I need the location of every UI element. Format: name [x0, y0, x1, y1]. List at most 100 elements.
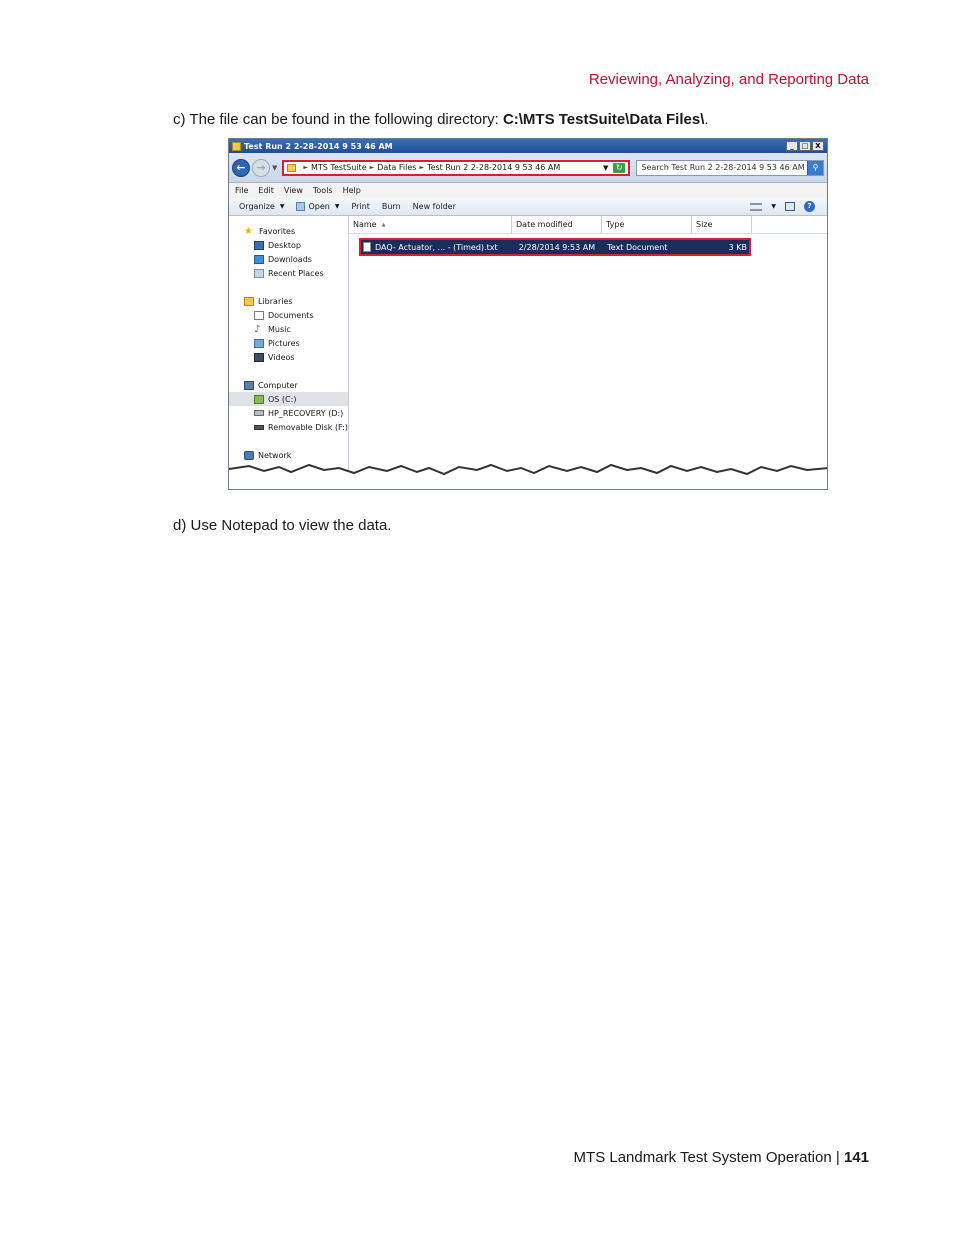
command-bar: Organize ▼ Open ▼ Print Burn New folder ▼ … — [229, 198, 827, 216]
breadcrumb-mts-testsuite[interactable]: MTS TestSuite — [311, 163, 367, 172]
removable-disk-icon — [254, 424, 264, 430]
step-c: c) The file can be found in the followin… — [173, 111, 709, 128]
nav-label: Downloads — [268, 254, 312, 264]
nav-item-documents[interactable]: Documents — [229, 308, 348, 322]
nav-label: Computer — [258, 380, 298, 390]
column-headers: Name ▲ Date modified Type Size — [349, 216, 827, 234]
address-dropdown-icon[interactable]: ▼ — [603, 164, 608, 172]
folder-icon — [287, 163, 297, 172]
search-placeholder: Search Test Run 2 2-28-2014 9 53 46 AM — [641, 163, 805, 172]
nav-item-downloads[interactable]: Downloads — [229, 252, 348, 266]
step-d: d) Use Notepad to view the data. — [173, 517, 391, 534]
documents-icon — [254, 310, 264, 320]
navigation-bar: ← → ▼ ► MTS TestSuite ► Data Files ► Tes… — [229, 153, 827, 183]
menu-edit[interactable]: Edit — [258, 186, 274, 195]
step-d-marker: d) — [173, 517, 187, 534]
page-footer: MTS Landmark Test System Operation | 141 — [574, 1149, 869, 1166]
breadcrumb-data-files[interactable]: Data Files — [377, 163, 416, 172]
sort-ascending-icon: ▲ — [381, 221, 386, 228]
nav-item-computer[interactable]: Computer — [229, 378, 348, 392]
menu-help[interactable]: Help — [343, 186, 361, 195]
navigation-pane: ★ Favorites Desktop Downloads Recent Plac… — [229, 216, 349, 476]
nav-item-videos[interactable]: Videos — [229, 350, 348, 364]
help-icon[interactable]: ? — [804, 201, 815, 212]
change-view-icon[interactable] — [750, 202, 763, 211]
menu-file[interactable]: File — [235, 186, 248, 195]
burn-button[interactable]: Burn — [382, 202, 401, 211]
nav-label: Recent Places — [268, 268, 324, 278]
forward-button[interactable]: → — [252, 158, 270, 177]
view-controls: ▼ ? — [750, 201, 827, 212]
nav-label: Documents — [268, 310, 314, 320]
page-number: 141 — [843, 1149, 869, 1166]
pictures-icon — [254, 338, 264, 348]
column-header-name[interactable]: Name ▲ — [349, 216, 512, 233]
nav-label: Desktop — [268, 240, 301, 250]
nav-item-removable-disk[interactable]: Removable Disk (F:) — [229, 420, 348, 434]
downloads-icon — [254, 254, 264, 264]
nav-item-recent-places[interactable]: Recent Places — [229, 266, 348, 280]
nav-label: Favorites — [259, 226, 296, 236]
footer-title: MTS Landmark Test System Operation — [573, 1149, 832, 1166]
star-icon: ★ — [244, 225, 253, 237]
nav-group-computer: Computer OS (C:) HP_RECOVERY (D:) Remova… — [229, 378, 348, 434]
videos-icon — [254, 352, 264, 362]
recent-pages-chevron-icon[interactable]: ▼ — [272, 164, 277, 172]
refresh-icon[interactable]: ↻ — [613, 162, 626, 173]
close-button[interactable]: X — [812, 141, 824, 151]
organize-label: Organize — [239, 202, 275, 211]
desktop-icon — [254, 240, 264, 250]
hard-drive-icon — [254, 394, 264, 404]
maximize-button[interactable]: □ — [799, 141, 811, 151]
column-header-size[interactable]: Size — [692, 216, 752, 233]
minimize-button[interactable]: _ — [786, 141, 798, 151]
chevron-right-icon[interactable]: ► — [370, 164, 375, 171]
computer-icon — [244, 380, 254, 390]
open-label: Open — [308, 202, 330, 211]
nav-item-favorites[interactable]: ★ Favorites — [229, 224, 348, 238]
nav-item-music[interactable]: ♪ Music — [229, 322, 348, 336]
chevron-down-icon[interactable]: ▼ — [771, 203, 776, 210]
search-input[interactable]: Search Test Run 2 2-28-2014 9 53 46 AM ⚲ — [636, 159, 824, 176]
nav-item-os-drive[interactable]: OS (C:) — [229, 392, 348, 406]
open-icon — [296, 202, 306, 211]
menu-tools[interactable]: Tools — [313, 186, 333, 195]
file-list: Name ▲ Date modified Type Size DAQ- Actua… — [349, 216, 827, 476]
organize-button[interactable]: Organize ▼ — [239, 202, 284, 211]
nav-item-libraries[interactable]: Libraries — [229, 294, 348, 308]
window-controls: _ □ X — [786, 141, 824, 151]
folder-icon — [232, 141, 241, 151]
nav-label: Pictures — [268, 338, 300, 348]
explorer-content: ★ Favorites Desktop Downloads Recent Plac… — [229, 216, 827, 476]
file-row[interactable]: DAQ- Actuator, ... - (Timed).txt 2/28/20… — [359, 238, 751, 256]
preview-pane-icon[interactable] — [785, 202, 795, 211]
column-header-date-modified[interactable]: Date modified — [512, 216, 602, 233]
breadcrumb-test-run[interactable]: Test Run 2 2-28-2014 9 53 46 AM — [427, 163, 560, 172]
step-c-text: The file can be found in the following d… — [189, 111, 499, 128]
nav-group-favorites: ★ Favorites Desktop Downloads Recent Plac… — [229, 224, 348, 280]
address-bar[interactable]: ► MTS TestSuite ► Data Files ► Test Run … — [282, 159, 631, 176]
open-button[interactable]: Open ▼ — [296, 202, 339, 211]
back-button[interactable]: ← — [232, 158, 250, 177]
search-icon[interactable]: ⚲ — [807, 160, 823, 175]
column-header-type[interactable]: Type — [602, 216, 692, 233]
print-button[interactable]: Print — [351, 202, 369, 211]
nav-label: OS (C:) — [268, 394, 297, 404]
menu-view[interactable]: View — [284, 186, 303, 195]
chevron-right-icon[interactable]: ► — [303, 164, 308, 171]
column-label: Name — [353, 220, 377, 229]
step-d-text: Use Notepad to view the data. — [190, 517, 392, 534]
text-file-icon — [363, 242, 371, 252]
file-name: DAQ- Actuator, ... - (Timed).txt — [375, 242, 498, 252]
nav-item-desktop[interactable]: Desktop — [229, 238, 348, 252]
nav-group-libraries: Libraries Documents ♪ Music Pictures Vide… — [229, 294, 348, 364]
footer-separator: | — [835, 1149, 840, 1166]
menu-bar: File Edit View Tools Help — [229, 183, 827, 198]
new-folder-button[interactable]: New folder — [413, 202, 456, 211]
nav-item-pictures[interactable]: Pictures — [229, 336, 348, 350]
libraries-icon — [244, 296, 254, 306]
file-date-modified: 2/28/2014 9:53 AM — [518, 242, 596, 252]
title-bar[interactable]: Test Run 2 2-28-2014 9 53 46 AM _ □ X — [229, 139, 827, 153]
chevron-right-icon[interactable]: ► — [419, 164, 424, 171]
nav-item-hp-recovery[interactable]: HP_RECOVERY (D:) — [229, 406, 348, 420]
